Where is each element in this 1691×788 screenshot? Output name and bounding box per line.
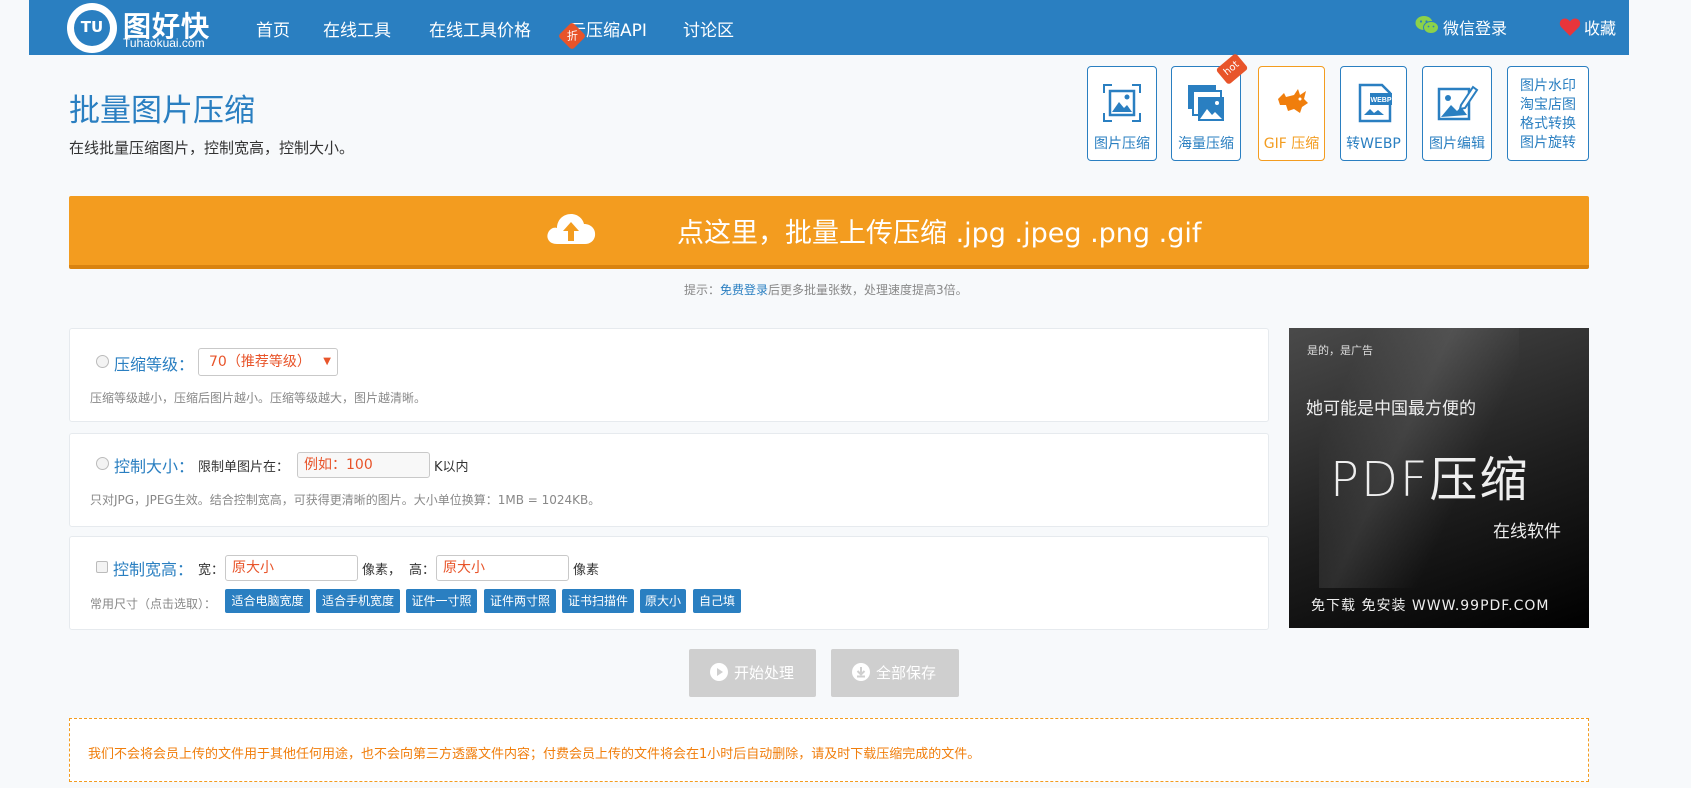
size-limit-note: 只对JPG，JPEG生效。结合控制宽高，可获得更清晰的图片。大小单位换算：1MB… bbox=[90, 493, 601, 507]
tool-more-list: 图片水印 淘宝店图 格式转换 图片旋转 bbox=[1507, 66, 1589, 161]
preset-custom[interactable]: 自己填 bbox=[693, 589, 741, 613]
start-process-button[interactable]: 开始处理 bbox=[689, 649, 816, 697]
tool-label: 图片编辑 bbox=[1429, 136, 1485, 152]
tool-watermark-link[interactable]: 图片水印 bbox=[1508, 77, 1588, 96]
preset-desktop-width[interactable]: 适合电脑宽度 bbox=[225, 589, 310, 613]
tool-rotate-link[interactable]: 图片旋转 bbox=[1508, 134, 1588, 153]
tool-image-edit[interactable]: 图片编辑 bbox=[1422, 66, 1492, 161]
preset-certificate-scan[interactable]: 证书扫描件 bbox=[562, 589, 634, 613]
dimensions-label: 控制宽高： bbox=[113, 560, 194, 579]
wechat-icon bbox=[1415, 16, 1439, 34]
download-icon bbox=[852, 663, 870, 681]
upload-button[interactable]: 点这里，批量上传压缩 .jpg .jpeg .png .gif bbox=[69, 196, 1589, 269]
image-edit-icon bbox=[1437, 85, 1479, 121]
size-limit-input[interactable]: 例如：100 bbox=[297, 452, 430, 478]
tool-to-webp[interactable]: WEBP 转WEBP bbox=[1340, 66, 1407, 161]
gif-animal-icon bbox=[1277, 89, 1308, 113]
chevron-down-icon: ▼ bbox=[323, 356, 331, 367]
ad-footer: 免下载 免安装 WWW.99PDF.COM bbox=[1311, 598, 1550, 614]
nav-online-tools[interactable]: 在线工具 bbox=[323, 16, 391, 41]
ad-banner[interactable]: 是的，是广告 她可能是中国最方便的 PDF压缩 在线软件 免下载 免安装 WWW… bbox=[1289, 328, 1589, 628]
preset-mobile-width[interactable]: 适合手机宽度 bbox=[316, 589, 400, 613]
hint-suffix: 后更多批量张数，处理速度提高3倍。 bbox=[768, 283, 968, 297]
preset-original-size[interactable]: 原大小 bbox=[640, 589, 686, 613]
save-all-button[interactable]: 全部保存 bbox=[831, 649, 959, 697]
compress-level-note: 压缩等级越小，压缩后图片越小。压缩等级越大，图片越清晰。 bbox=[90, 391, 427, 405]
tool-format-convert-link[interactable]: 格式转换 bbox=[1508, 115, 1588, 134]
compress-level-value: 70（推荐等级） bbox=[209, 354, 311, 370]
webp-file-icon: WEBP bbox=[1358, 83, 1392, 123]
page-subtitle: 在线批量压缩图片，控制宽高，控制大小。 bbox=[69, 139, 355, 157]
compress-level-select[interactable]: 70（推荐等级） ▼ bbox=[198, 348, 338, 376]
heart-icon bbox=[1559, 18, 1581, 36]
hint-prefix: 提示： bbox=[684, 283, 721, 297]
logo-domain: Tuhaokuai.com bbox=[123, 36, 205, 50]
privacy-notice: 我们不会将会员上传的文件用于其他任何用途，也不会向第三方透露文件内容；付费会员上… bbox=[69, 718, 1589, 782]
width-label: 宽： bbox=[198, 563, 225, 578]
tool-image-compress[interactable]: 图片压缩 bbox=[1087, 66, 1157, 161]
nav-forum[interactable]: 讨论区 bbox=[683, 16, 734, 41]
images-stack-icon bbox=[1188, 85, 1224, 121]
nav-tool-pricing[interactable]: 在线工具价格 bbox=[429, 16, 531, 41]
logo-badge: TU bbox=[67, 3, 117, 53]
start-process-label: 开始处理 bbox=[734, 664, 795, 682]
preset-two-inch-photo[interactable]: 证件两寸照 bbox=[484, 589, 556, 613]
play-icon bbox=[710, 663, 728, 681]
login-hint: 提示：免费登录后更多批量张数，处理速度提高3倍。 bbox=[684, 281, 968, 298]
presets-label: 常用尺寸（点击选取）： bbox=[90, 597, 217, 611]
save-all-label: 全部保存 bbox=[876, 664, 937, 682]
cloud-upload-icon bbox=[547, 214, 596, 244]
svg-text:WEBP: WEBP bbox=[1370, 97, 1391, 104]
tool-gif-compress[interactable]: GIF 压缩 bbox=[1258, 66, 1325, 161]
page-title: 批量图片压缩 bbox=[69, 93, 255, 129]
compress-level-radio[interactable] bbox=[96, 355, 109, 368]
site-logo[interactable]: TU 图好快 Tuhaokuai.com bbox=[67, 3, 209, 53]
width-unit: 像素， bbox=[362, 563, 402, 578]
height-input[interactable]: 原大小 bbox=[436, 555, 569, 581]
upload-label: 点这里，批量上传压缩 .jpg .jpeg .png .gif bbox=[677, 218, 1202, 249]
width-input[interactable]: 原大小 bbox=[225, 555, 358, 581]
height-unit: 像素 bbox=[573, 563, 600, 578]
image-icon bbox=[1103, 84, 1141, 122]
ad-tag: 是的，是广告 bbox=[1307, 344, 1373, 357]
favorite-link[interactable]: 收藏 bbox=[1584, 15, 1616, 39]
ad-headline: PDF压缩 bbox=[1330, 452, 1530, 508]
compress-level-label: 压缩等级： bbox=[114, 355, 195, 374]
nav-home[interactable]: 首页 bbox=[256, 16, 290, 41]
tool-label: GIF 压缩 bbox=[1263, 136, 1320, 152]
compress-level-panel: 压缩等级： 70（推荐等级） ▼ 压缩等级越小，压缩后图片越小。压缩等级越大，图… bbox=[69, 328, 1269, 422]
privacy-notice-text: 我们不会将会员上传的文件用于其他任何用途，也不会向第三方透露文件内容；付费会员上… bbox=[88, 747, 981, 762]
tool-label: 图片压缩 bbox=[1094, 136, 1150, 152]
ad-line3: 在线软件 bbox=[1493, 522, 1561, 542]
wechat-login-link[interactable]: 微信登录 bbox=[1443, 15, 1507, 39]
top-navbar: TU 图好快 Tuhaokuai.com 首页 在线工具 在线工具价格 云压缩A… bbox=[29, 0, 1629, 55]
tool-label: 海量压缩 bbox=[1178, 136, 1234, 152]
ad-line1: 她可能是中国最方便的 bbox=[1306, 399, 1476, 419]
tool-taobao-link[interactable]: 淘宝店图 bbox=[1508, 96, 1588, 115]
free-login-link[interactable]: 免费登录 bbox=[720, 283, 768, 297]
preset-one-inch-photo[interactable]: 证件一寸照 bbox=[406, 589, 477, 613]
size-limit-radio[interactable] bbox=[96, 457, 109, 470]
dimensions-checkbox[interactable] bbox=[96, 561, 108, 573]
tool-label: 转WEBP bbox=[1346, 136, 1401, 152]
size-limit-suffix: K以内 bbox=[434, 460, 469, 475]
size-limit-panel: 控制大小： 限制单图片在： 例如：100 K以内 只对JPG，JPEG生效。结合… bbox=[69, 433, 1269, 527]
height-label: 高： bbox=[409, 563, 436, 578]
dimensions-panel: 控制宽高： 宽： 原大小 像素， 高： 原大小 像素 常用尺寸（点击选取）： bbox=[69, 536, 1269, 630]
size-limit-label: 控制大小： bbox=[114, 457, 195, 476]
size-limit-prefix: 限制单图片在： bbox=[198, 460, 290, 475]
